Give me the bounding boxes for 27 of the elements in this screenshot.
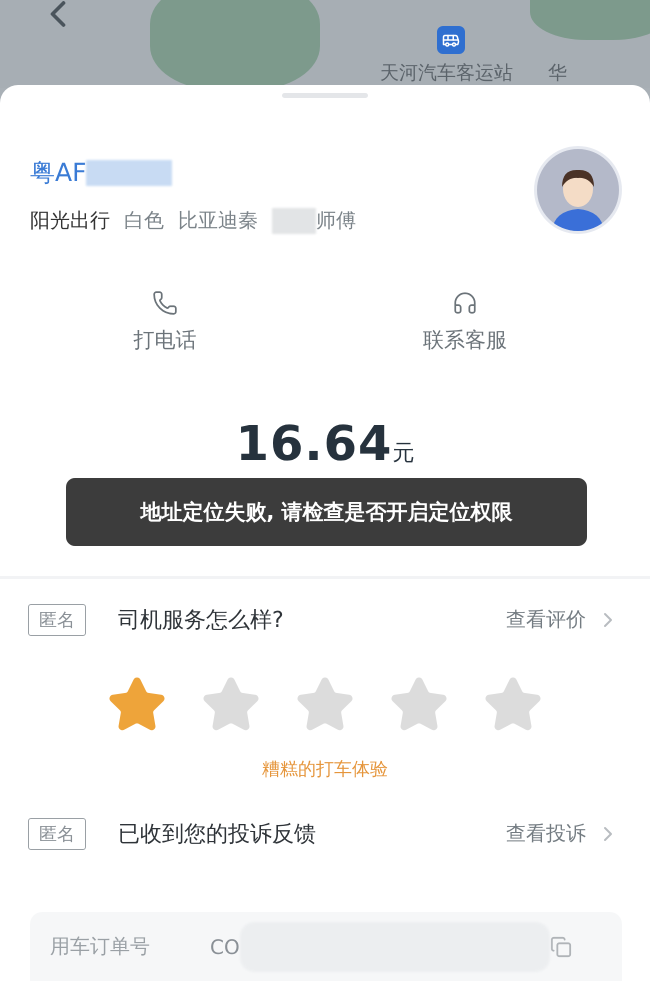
fare-amount: 16.64 [236,416,392,472]
rating-caption: 糟糕的打车体验 [261,758,389,781]
contact-button[interactable]: 联系客服 [422,290,507,354]
map-label: 天河汽车客运站 [380,61,513,86]
bus-station-pin-icon [437,26,465,54]
drag-handle[interactable] [282,93,368,98]
rating-question: 司机服务怎么样? [118,606,285,635]
redaction-block [272,208,316,234]
copy-icon[interactable] [550,936,572,958]
order-number-label: 用车订单号 [50,933,150,960]
headset-icon [452,290,478,316]
car-model: 比亚迪秦 [178,207,258,234]
company-name: 阳光出行 [30,207,110,234]
complaint-status: 已收到您的投诉反馈 [118,820,317,849]
anonymous-tag: 匿名 [28,604,86,636]
fare-unit: 元 [392,440,414,468]
car-color: 白色 [124,207,164,234]
anonymous-tag: 匿名 [28,818,86,850]
driver-title: 师傅 [316,207,356,234]
view-rating-link[interactable]: 查看评价 [506,606,620,634]
view-complaint-link[interactable]: 查看投诉 [506,820,620,848]
order-number: CO [210,934,240,959]
contact-button[interactable]: 打电话 [133,290,196,354]
license-plate: 粤AF [30,157,86,190]
map-label: 华 [548,61,567,86]
toast-message: 地址定位失败, 请检查是否开启定位权限 [66,478,587,546]
phone-icon [152,290,178,316]
